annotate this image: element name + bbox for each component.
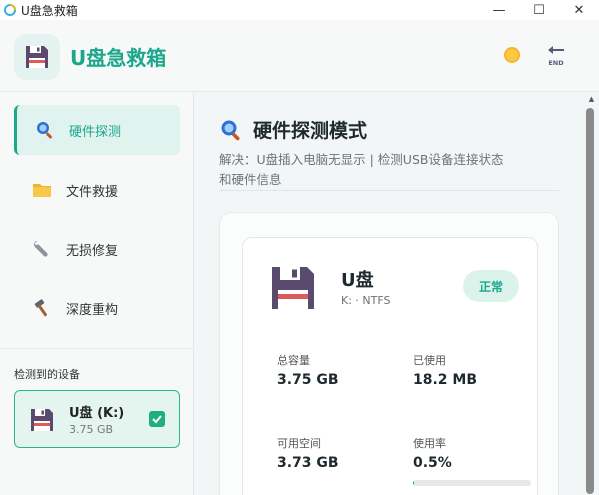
sidebar-item-label: 无损修复 (66, 243, 119, 259)
floppy-disk-icon (31, 409, 53, 431)
sidebar-item-lossless-repair[interactable]: 无损修复 (14, 224, 180, 274)
magnifier-icon (35, 120, 55, 140)
brand-title: U盘急救箱 (70, 46, 167, 70)
total-capacity-label: 总容量 (277, 354, 310, 367)
sidebar-item-label: 深度重构 (66, 302, 119, 318)
used-value: 18.2 MB (413, 372, 478, 388)
description-divider (219, 190, 559, 191)
sidebar-item-label: 文件救援 (66, 184, 119, 200)
end-icon[interactable]: END (545, 44, 567, 68)
app-header: U盘急救箱 END (0, 20, 599, 92)
sidebar: 硬件探测 文件救援 无损修复 深度重构 检测到的设备 U盘 (K:) 3.75 … (0, 92, 194, 495)
logo (14, 34, 60, 80)
device-name: U盘 (K:) (69, 406, 125, 421)
free-space-value: 3.73 GB (277, 455, 339, 471)
window-title: U盘急救箱 (21, 3, 78, 18)
drive-card: U盘 K: · NTFS 正常 总容量 3.75 GB 已使用 18.2 MB … (242, 237, 538, 495)
magnifier-icon (221, 120, 240, 140)
title-bar: U盘急救箱 — ☐ ✕ (0, 0, 599, 20)
page-description-line: 解决：U盘插入电脑无显示 | 检测USB设备连接状态 (219, 152, 504, 167)
status-badge: 正常 (463, 270, 519, 302)
wrench-icon (32, 239, 52, 259)
device-card[interactable]: U盘 (K:) 3.75 GB (14, 390, 180, 448)
floppy-disk-icon (272, 267, 314, 309)
maximize-button[interactable]: ☐ (519, 0, 559, 20)
free-space-label: 可用空间 (277, 437, 321, 450)
used-label: 已使用 (413, 354, 446, 367)
devices-title: 检测到的设备 (14, 368, 80, 381)
minimize-button[interactable]: — (479, 0, 519, 20)
device-size: 3.75 GB (69, 423, 114, 436)
close-button[interactable]: ✕ (559, 0, 599, 20)
page-description: 解决：U盘插入电脑无显示 | 检测USB设备连接状态 和硬件信息 (219, 150, 564, 190)
total-capacity-value: 3.75 GB (277, 372, 339, 388)
usage-value: 0.5% (413, 455, 452, 471)
drive-meta: K: · NTFS (341, 294, 391, 307)
hammer-icon (32, 298, 52, 318)
scrollbar-thumb[interactable] (586, 108, 594, 494)
usage-progress-fill (413, 480, 414, 486)
device-checkbox[interactable] (149, 411, 165, 427)
usage-progress-bar (413, 480, 531, 486)
folder-icon (32, 180, 52, 200)
sidebar-item-label: 硬件探测 (69, 124, 122, 140)
usage-label: 使用率 (413, 437, 446, 450)
check-icon (152, 415, 162, 424)
drive-name: U盘 (341, 270, 374, 291)
device-panel: U盘 K: · NTFS 正常 总容量 3.75 GB 已使用 18.2 MB … (219, 212, 559, 495)
page-title: 硬件探测模式 (253, 120, 368, 142)
floppy-disk-icon (26, 46, 48, 68)
sidebar-item-file-rescue[interactable]: 文件救援 (14, 165, 180, 215)
sidebar-item-deep-rebuild[interactable]: 深度重构 (14, 283, 180, 333)
sidebar-item-hardware-detect[interactable]: 硬件探测 (14, 105, 180, 155)
main-content: 硬件探测模式 解决：U盘插入电脑无显示 | 检测USB设备连接状态 和硬件信息 … (195, 92, 599, 495)
app-icon (4, 4, 16, 16)
scroll-up-arrow-icon[interactable]: ▲ (584, 94, 599, 104)
sun-icon[interactable] (501, 44, 523, 66)
page-description-line: 和硬件信息 (219, 172, 282, 187)
end-label: END (548, 59, 564, 67)
sidebar-divider (0, 348, 194, 349)
